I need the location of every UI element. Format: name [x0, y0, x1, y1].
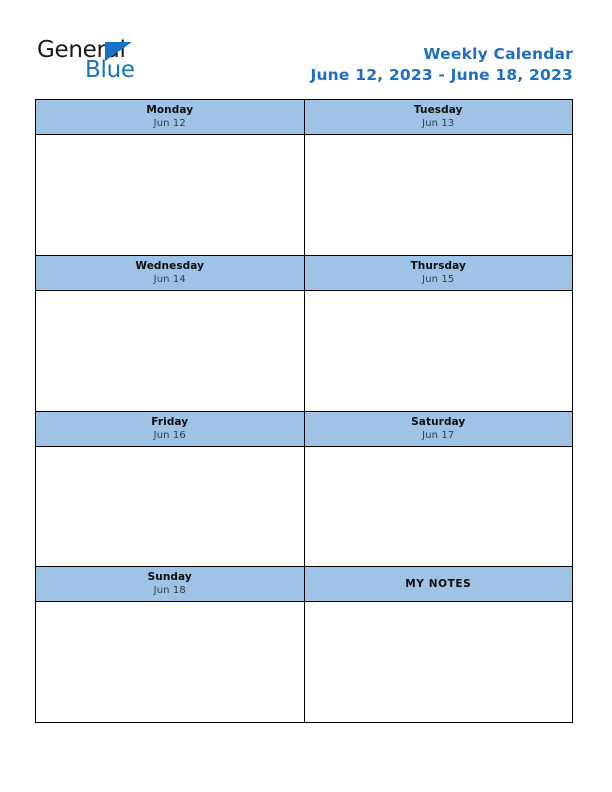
day-name-label: Saturday: [411, 415, 466, 428]
day-cell-thursday: Thursday Jun 15: [303, 255, 572, 411]
day-header-friday: Friday Jun 16: [36, 411, 304, 447]
day-content-tuesday[interactable]: [304, 135, 572, 255]
day-header-sunday: Sunday Jun 18: [36, 567, 304, 603]
day-name-label: Wednesday: [135, 259, 205, 272]
day-name-label: Monday: [146, 104, 194, 116]
day-name-label: Thursday: [410, 259, 466, 272]
day-header-thursday: Thursday Jun 15: [304, 255, 572, 291]
day-date-label: Jun 14: [153, 273, 186, 285]
day-cell-tuesday: Tuesday Jun 13: [303, 100, 572, 255]
page-title: Weekly Calendar: [423, 45, 573, 63]
day-cell-friday: Friday Jun 16: [36, 411, 304, 567]
day-cell-saturday: Saturday Jun 17: [303, 411, 572, 567]
calendar-row: Monday Jun 12 Tuesday Jun 13: [36, 100, 572, 255]
day-date-label: Jun 13: [422, 118, 455, 129]
title-block: Weekly Calendar June 12, 2023 - June 18,…: [310, 44, 573, 86]
day-date-label: Jun 17: [422, 429, 455, 441]
day-name-label: Tuesday: [413, 104, 463, 116]
logo-text-blue: Blue: [85, 57, 135, 83]
day-cell-wednesday: Wednesday Jun 14: [36, 255, 304, 411]
page-header: General Blue Weekly Calendar June 12, 20…: [0, 0, 612, 99]
day-date-label: Jun 12: [153, 118, 186, 129]
day-name-label: Sunday: [147, 571, 192, 584]
day-date-label: Jun 16: [153, 429, 186, 441]
day-content-monday[interactable]: [36, 135, 304, 255]
calendar-row: Sunday Jun 18 MY NOTES: [36, 566, 572, 722]
day-content-sunday[interactable]: [36, 602, 304, 722]
notes-title-label: MY NOTES: [405, 577, 472, 590]
day-header-tuesday: Tuesday Jun 13: [304, 100, 572, 135]
calendar-row: Wednesday Jun 14 Thursday Jun 15: [36, 254, 572, 411]
day-name-label: Friday: [151, 415, 189, 428]
day-content-thursday[interactable]: [304, 290, 572, 411]
day-content-friday[interactable]: [36, 446, 304, 567]
notes-content[interactable]: [304, 602, 572, 722]
notes-cell: MY NOTES: [303, 567, 572, 722]
day-cell-sunday: Sunday Jun 18: [36, 567, 304, 722]
day-cell-monday: Monday Jun 12: [36, 100, 304, 255]
general-blue-logo: General Blue: [37, 38, 207, 88]
calendar-row: Friday Jun 16 Saturday Jun 17: [36, 410, 572, 567]
day-header-monday: Monday Jun 12: [36, 100, 304, 135]
day-date-label: Jun 15: [422, 273, 455, 285]
day-header-wednesday: Wednesday Jun 14: [36, 255, 304, 291]
weekly-calendar-grid: Monday Jun 12 Tuesday Jun 13 Wednesday J…: [35, 99, 573, 723]
day-content-saturday[interactable]: [304, 446, 572, 567]
date-range-label: June 12, 2023 - June 18, 2023: [310, 66, 573, 84]
day-header-saturday: Saturday Jun 17: [304, 411, 572, 447]
day-date-label: Jun 18: [153, 585, 186, 597]
day-content-wednesday[interactable]: [36, 290, 304, 411]
notes-header: MY NOTES: [304, 567, 572, 603]
